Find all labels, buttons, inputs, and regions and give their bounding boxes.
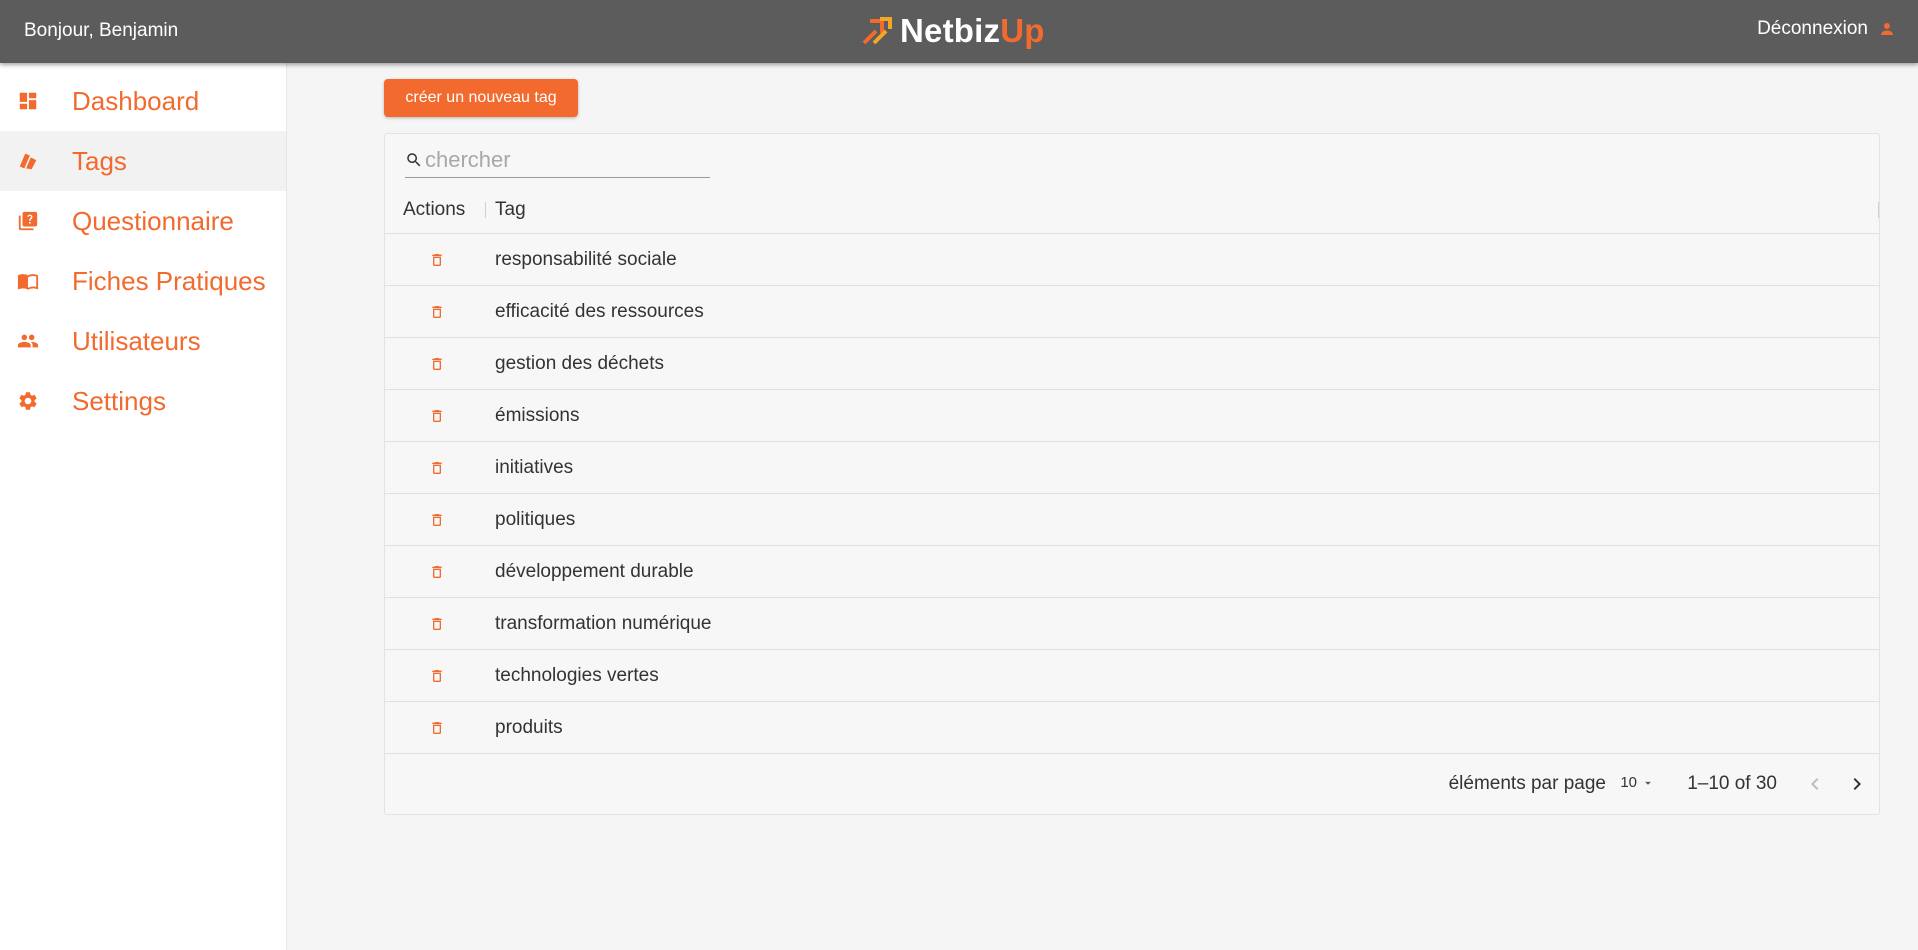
table-row: responsabilité sociale [385,234,1879,286]
delete-icon[interactable] [425,300,449,324]
sidebar-item-label: Questionnaire [72,205,234,236]
tags-icon [16,149,40,173]
tag-cell: émissions [495,405,580,426]
sidebar-item-label: Tags [72,145,127,176]
next-page-button[interactable] [1845,772,1869,796]
sidebar-item-dashboard[interactable]: Dashboard [0,71,286,131]
delete-icon[interactable] [425,560,449,584]
gear-icon [16,389,40,413]
table-row: politiques [385,494,1879,546]
tag-cell: efficacité des ressources [495,301,704,322]
table-row: technologies vertes [385,650,1879,702]
top-bar: Bonjour, Benjamin NetbizUp Déconnexion [0,0,1918,63]
logo-text: NetbizUp [900,12,1045,50]
table-row: transformation numérique [385,598,1879,650]
create-tag-button[interactable]: créer un nouveau tag [384,79,578,117]
table-row: gestion des déchets [385,338,1879,390]
search-input[interactable] [425,146,705,173]
dropdown-arrow-icon [1645,781,1651,785]
delete-icon[interactable] [425,612,449,636]
tag-cell: produits [495,717,563,738]
per-page-value: 10 [1620,774,1637,791]
tag-cell: initiatives [495,457,574,478]
column-header-actions[interactable]: Actions [403,199,465,221]
logo-arrows-icon [862,17,892,45]
logout-button[interactable]: Déconnexion [1757,18,1896,40]
tag-cell: gestion des déchets [495,353,665,374]
column-header-tag[interactable]: Tag [495,199,526,221]
logo-text-part2: Up [1000,12,1045,49]
logout-label: Déconnexion [1757,18,1868,39]
table-row: efficacité des ressources [385,286,1879,338]
sidebar-item-label: Dashboard [72,85,200,116]
delete-icon[interactable] [425,404,449,428]
table-body: responsabilité sociale efficacité des re… [385,234,1879,754]
delete-icon[interactable] [425,248,449,272]
column-separator[interactable] [1878,202,1879,218]
per-page-select[interactable]: 10 [1620,774,1655,791]
delete-icon[interactable] [425,352,449,376]
tag-cell: responsabilité sociale [495,249,677,270]
sidebar-item-fiches-pratiques[interactable]: Fiches Pratiques [0,251,286,311]
tag-cell: technologies vertes [495,665,659,686]
delete-icon[interactable] [425,508,449,532]
table-row: initiatives [385,442,1879,494]
sidebar-item-label: Settings [72,385,166,416]
sidebar-item-tags[interactable]: Tags [0,131,286,191]
tag-cell: transformation numérique [495,613,712,634]
tag-cell: politiques [495,509,576,530]
pagination-range: 1–10 of 30 [1687,773,1777,794]
book-icon [16,269,40,293]
dashboard-icon [16,89,40,113]
table-row: produits [385,702,1879,754]
sidebar: Dashboard Tags Questionnaire Fiches Prat… [0,63,287,950]
pagination-bar: éléments par page 10 1–10 of 30 [385,754,1879,814]
sidebar-item-questionnaire[interactable]: Questionnaire [0,191,286,251]
table-row: développement durable [385,546,1879,598]
chevron-left-icon [1811,778,1819,790]
greeting-text: Bonjour, Benjamin [24,20,179,41]
search-icon [407,152,421,166]
table-row: émissions [385,390,1879,442]
per-page-label: éléments par page [1448,773,1606,794]
search-box [405,142,710,178]
logo[interactable]: NetbizUp [860,9,1045,53]
column-separator[interactable] [485,202,486,218]
tag-cell: développement durable [495,561,694,582]
questionnaire-icon [16,209,40,233]
previous-page-button[interactable] [1803,772,1827,796]
delete-icon[interactable] [425,716,449,740]
sidebar-item-utilisateurs[interactable]: Utilisateurs [0,311,286,371]
users-icon [16,329,40,353]
chevron-right-icon [1853,778,1861,790]
sidebar-item-label: Utilisateurs [72,325,201,356]
logo-text-part1: Netbiz [900,12,1001,49]
delete-icon[interactable] [425,664,449,688]
user-icon [1881,23,1893,35]
delete-icon[interactable] [425,456,449,480]
tags-table: Actions Tag responsabilité sociale effic… [384,133,1880,815]
table-header: Actions Tag [385,186,1879,234]
sidebar-item-label: Fiches Pratiques [72,265,266,296]
sidebar-item-settings[interactable]: Settings [0,371,286,431]
